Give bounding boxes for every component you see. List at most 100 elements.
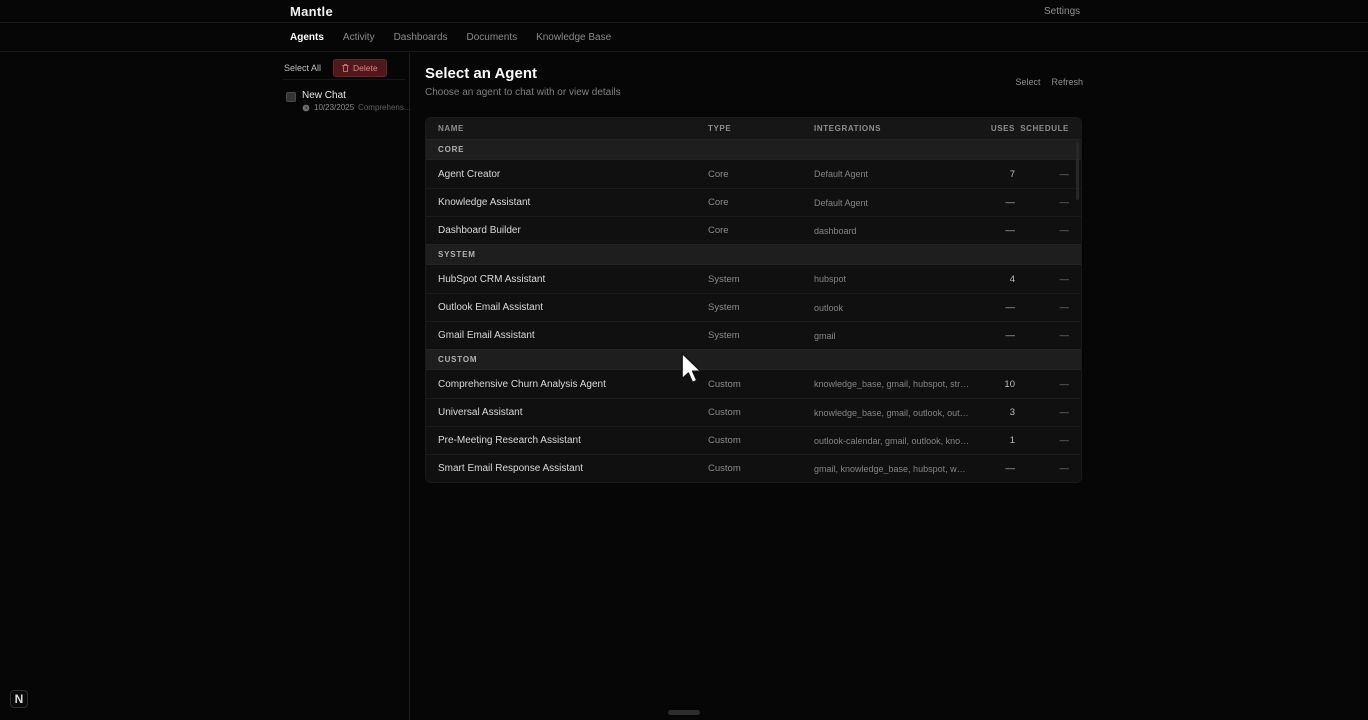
section-header-system: SYSTEM [426,244,1081,265]
table-row[interactable]: Universal AssistantCustomknowledge_base,… [426,398,1081,426]
cell-uses: 10 [980,379,1015,390]
tab-activity[interactable]: Activity [343,32,375,43]
dev-badge[interactable]: N [10,690,28,708]
nav-tabs: Agents Activity Dashboards Documents Knowled… [0,23,1368,52]
cell-schedule: — [1015,302,1069,313]
table-row[interactable]: Smart Email Response AssistantCustomgmai… [426,454,1081,482]
agents-table: NAME TYPE INTEGRATIONS USES SCHEDULE COR… [425,117,1082,483]
main-panel: Select an Agent Choose an agent to chat … [410,53,1368,720]
cell-uses: — [980,225,1015,236]
column-header-integrations: INTEGRATIONS [814,124,980,133]
cell-name: Comprehensive Churn Analysis Agent [438,379,708,390]
table-scrollbar[interactable] [1076,142,1079,200]
cell-schedule: — [1015,463,1069,474]
tab-agents[interactable]: Agents [290,32,324,43]
table-row[interactable]: Outlook Email AssistantSystemoutlook—— [426,293,1081,321]
table-row[interactable]: Pre-Meeting Research AssistantCustomoutl… [426,426,1081,454]
agents-table-body: COREAgent CreatorCoreDefault Agent7—Know… [426,139,1081,482]
cell-type: System [708,274,814,285]
cell-uses: 3 [980,407,1015,418]
section-header-core: CORE [426,139,1081,160]
cell-schedule: — [1015,225,1069,236]
cell-schedule: — [1015,407,1069,418]
cell-uses: — [980,330,1015,341]
cell-type: System [708,302,814,313]
cell-name: Gmail Email Assistant [438,330,708,341]
chat-meta: 10/23/2025 Comprehens... [302,103,411,112]
cell-integrations: Default Agent [814,198,980,208]
cell-uses: — [980,302,1015,313]
cell-name: Smart Email Response Assistant [438,463,708,474]
select-button[interactable]: Select [1015,77,1040,87]
trash-icon [342,64,349,72]
table-row[interactable]: HubSpot CRM AssistantSystemhubspot4— [426,265,1081,293]
table-row[interactable]: Gmail Email AssistantSystemgmail—— [426,321,1081,349]
cell-type: Custom [708,379,814,390]
tab-dashboards[interactable]: Dashboards [394,32,448,43]
cell-type: Core [708,197,814,208]
cell-type: Custom [708,435,814,446]
page-subtitle: Choose an agent to chat with or view det… [425,87,621,98]
cell-integrations: knowledge_base, gmail, outlook, outlook-… [814,408,980,418]
table-row[interactable]: Comprehensive Churn Analysis AgentCustom… [426,370,1081,398]
cell-schedule: — [1015,197,1069,208]
top-bar: Mantle Settings [0,0,1368,23]
chat-list-item[interactable]: New Chat 10/23/2025 Comprehens... [283,88,403,118]
cell-uses: 1 [980,435,1015,446]
cell-integrations: gmail, knowledge_base, hubspot, web_sea.… [814,464,980,474]
cell-uses: 4 [980,274,1015,285]
refresh-button[interactable]: Refresh [1051,77,1083,87]
cell-name: Agent Creator [438,169,708,180]
cell-integrations: outlook-calendar, gmail, outlook, knowle… [814,436,980,446]
chat-date: 10/23/2025 [314,103,354,112]
cell-integrations: Default Agent [814,169,980,179]
settings-link[interactable]: Settings [1044,6,1080,17]
cell-name: Knowledge Assistant [438,197,708,208]
cell-name: Outlook Email Assistant [438,302,708,313]
brand-logo: Mantle [290,4,333,19]
cell-type: System [708,330,814,341]
clock-icon [302,104,310,112]
cell-name: Dashboard Builder [438,225,708,236]
delete-button-label: Delete [353,63,378,73]
cell-uses: 7 [980,169,1015,180]
cell-integrations: dashboard [814,226,980,236]
cell-type: Custom [708,407,814,418]
column-header-name: NAME [438,124,708,133]
cell-integrations: hubspot [814,274,980,284]
select-all-link[interactable]: Select All [284,63,321,73]
chat-tag: Comprehens... [358,103,410,112]
section-header-custom: CUSTOM [426,349,1081,370]
table-row[interactable]: Knowledge AssistantCoreDefault Agent—— [426,188,1081,216]
tab-knowledge-base[interactable]: Knowledge Base [536,32,611,43]
table-header-row: NAME TYPE INTEGRATIONS USES SCHEDULE [426,118,1081,139]
tab-documents[interactable]: Documents [467,32,518,43]
cell-schedule: — [1015,169,1069,180]
cell-schedule: — [1015,435,1069,446]
cell-type: Core [708,169,814,180]
page-title: Select an Agent [425,65,537,82]
chat-sidebar: Select All Delete New Chat 10/2 [0,53,410,720]
cell-integrations: knowledge_base, gmail, hubspot, stripe, … [814,379,980,389]
cell-schedule: — [1015,330,1069,341]
cell-name: Pre-Meeting Research Assistant [438,435,708,446]
sidebar-divider [283,79,405,80]
sidebar-toolbar: Select All Delete [284,59,387,77]
cell-type: Custom [708,463,814,474]
cell-uses: — [980,197,1015,208]
cell-integrations: gmail [814,331,980,341]
cell-uses: — [980,463,1015,474]
cell-schedule: — [1015,379,1069,390]
chat-checkbox[interactable] [286,92,296,102]
delete-button[interactable]: Delete [333,59,387,77]
table-row[interactable]: Agent CreatorCoreDefault Agent7— [426,160,1081,188]
cell-name: Universal Assistant [438,407,708,418]
drag-handle[interactable] [668,710,700,715]
cell-integrations: outlook [814,303,980,313]
column-header-uses: USES [980,124,1015,133]
cell-name: HubSpot CRM Assistant [438,274,708,285]
cell-type: Core [708,225,814,236]
column-header-schedule: SCHEDULE [1015,124,1069,133]
content-area: Select All Delete New Chat 10/2 [0,53,1368,720]
table-row[interactable]: Dashboard BuilderCoredashboard—— [426,216,1081,244]
